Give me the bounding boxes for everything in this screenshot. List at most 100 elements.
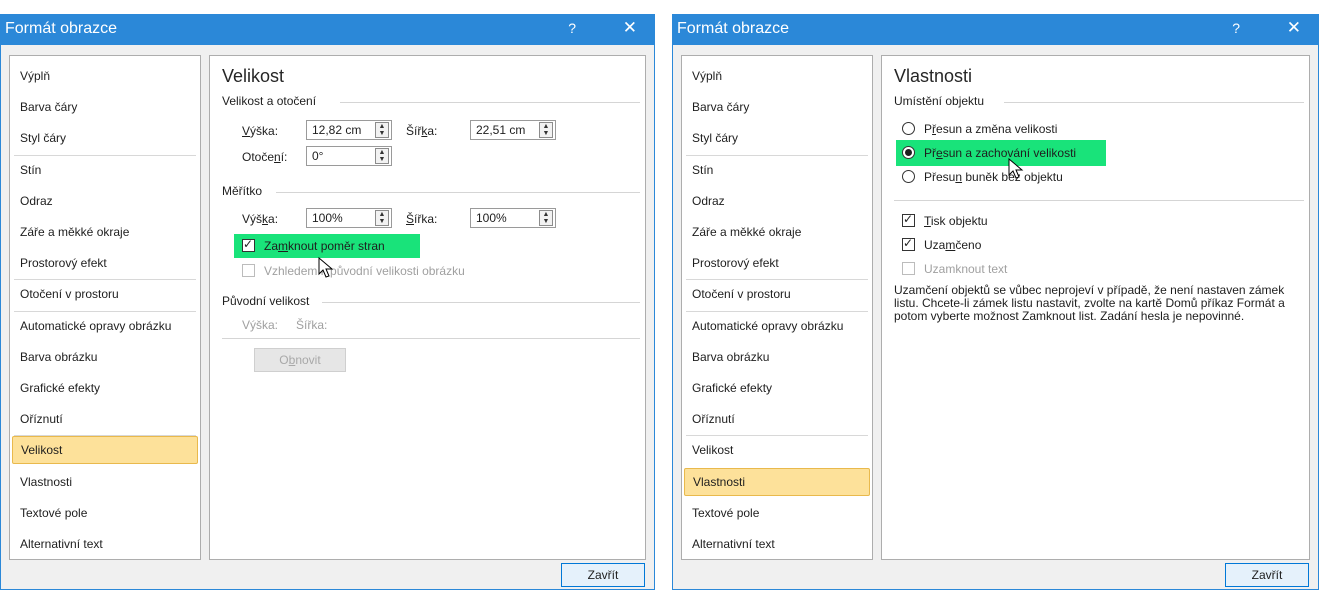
group-object-positioning: Umístění objektu [894,94,985,108]
nav-item[interactable]: Barva obrázku [684,343,870,371]
nav-item[interactable]: Oříznutí [684,405,870,433]
radio-no-move[interactable] [902,170,915,183]
reset-button[interactable]: Obnovit [254,348,346,372]
nav-item[interactable]: Stín [684,156,870,184]
spin-up-down-icon[interactable]: ▲ ▼ [539,122,553,138]
nav-item[interactable]: Barva čáry [684,93,870,121]
close-button[interactable]: Zavřít [1225,563,1309,587]
properties-panel: Vlastnosti Umístění objektu Přesun a změ… [881,55,1310,560]
dialog-title: Formát obrazce [5,20,118,37]
scale-width-spinner[interactable]: 100% ▲ ▼ [470,208,556,228]
close-icon[interactable]: ✕ [1287,18,1301,38]
panel-heading: Velikost [222,66,285,86]
nav-item[interactable]: Vlastnosti [12,468,198,496]
spin-up-down-icon[interactable]: ▲ ▼ [539,210,553,226]
dialog-title: Formát obrazce [677,20,790,37]
relative-original-label: Vzhledem k původní velikosti obrázku [264,264,465,278]
nav-item[interactable]: Výplň [684,62,870,90]
scale-height-spinner[interactable]: 100% ▲ ▼ [306,208,392,228]
scale-width-label: Šířka: [406,212,438,226]
info-text: Uzamčení objektů se vůbec neprojeví v př… [894,283,1285,323]
mouse-cursor-icon [1008,158,1024,179]
nav-item[interactable]: Velikost [684,436,870,464]
nav-item[interactable]: Záře a měkké okraje [684,218,870,246]
lock-aspect-label[interactable]: Zamknout poměr stran [264,239,385,253]
nav-item[interactable]: Otočení v prostoru [12,280,198,308]
mouse-cursor-icon [318,257,334,278]
nav-item[interactable]: Otočení v prostoru [684,280,870,308]
nav-item[interactable]: Textové pole [684,499,870,527]
relative-original-checkbox[interactable] [242,264,255,277]
divider [322,302,640,303]
nav-item[interactable]: Automatické opravy obrázku [12,312,198,340]
lock-text-checkbox[interactable] [902,262,915,275]
title-bar: Formát obrazce ? ✕ [1,15,654,45]
nav-item[interactable]: Stín [12,156,198,184]
nav-item[interactable]: Styl čáry [684,124,870,152]
original-height-label: Výška: [242,318,279,332]
scale-height-value: 100% [312,211,343,225]
size-panel: Velikost Velikost a otočení Výška: 12,82… [209,55,646,560]
divider [340,102,640,103]
width-value: 22,51 cm [476,123,526,137]
spin-up-down-icon[interactable]: ▲ ▼ [375,148,389,164]
scale-height-label: Výška: [242,212,279,226]
category-list: Výplň Barva čáry Styl čáry Stín Odraz Záře a … [9,55,201,560]
rotation-label: Otočení: [242,150,288,164]
group-size-rotation: Velikost a otočení [222,94,317,108]
format-shape-dialog-size: Formát obrazce ? ✕ Výplň Barva čáry Styl č… [0,14,655,590]
radio-move-and-size-label[interactable]: Přesun a změna velikosti [924,122,1057,136]
nav-item[interactable]: Alternativní text [684,530,870,558]
height-value: 12,82 cm [312,123,362,137]
original-width-label: Šířka: [296,318,328,332]
group-original-size: Původní velikost [222,294,310,308]
divider [276,192,640,193]
print-object-label[interactable]: Tisk objektu [924,214,988,228]
category-list: Výplň Barva čáry Styl čáry Stín Odraz Záře a … [681,55,873,560]
nav-item[interactable]: Velikost [12,436,198,465]
format-shape-dialog-properties: Formát obrazce ? ✕ Výplň Barva čáry Styl č… [672,14,1319,590]
panel-heading: Vlastnosti [894,66,973,86]
print-object-checkbox[interactable]: ✓ [902,212,915,227]
rotation-spinner[interactable]: 0° ▲ ▼ [306,146,392,166]
nav-item[interactable]: Odraz [684,187,870,215]
scale-width-value: 100% [476,211,507,225]
divider [894,200,1304,201]
help-icon[interactable]: ? [1232,20,1240,36]
locked-checkbox[interactable]: ✓ [902,236,915,251]
radio-move-and-size[interactable] [902,122,915,135]
group-scale: Měřítko [222,184,263,198]
nav-item[interactable]: Automatické opravy obrázku [684,312,870,340]
nav-item[interactable]: Grafické efekty [684,374,870,402]
nav-item[interactable]: Záře a měkké okraje [12,218,198,246]
radio-move-no-size[interactable] [902,146,915,159]
nav-item[interactable]: Prostorový efekt [12,249,198,277]
lock-aspect-checkbox[interactable]: ✓ [242,237,255,252]
locked-label[interactable]: Uzamčeno [924,238,981,252]
nav-item[interactable]: Barva čáry [12,93,198,121]
width-label: Šířka: [406,124,438,138]
nav-item[interactable]: Vlastnosti [684,467,870,496]
nav-item[interactable]: Prostorový efekt [684,249,870,277]
radio-move-no-size-label[interactable]: Přesun a zachování velikosti [924,146,1076,160]
nav-item[interactable]: Textové pole [12,499,198,527]
height-spinner[interactable]: 12,82 cm ▲ ▼ [306,120,392,140]
nav-item[interactable]: Oříznutí [12,405,198,433]
nav-item[interactable]: Barva obrázku [12,343,198,371]
divider [222,338,640,339]
close-icon[interactable]: ✕ [623,18,637,38]
height-label: Výška: [242,124,279,138]
nav-item[interactable]: Grafické efekty [12,374,198,402]
nav-item[interactable]: Styl čáry [12,124,198,152]
rotation-value: 0° [312,149,324,163]
spin-up-down-icon[interactable]: ▲ ▼ [375,210,389,226]
spin-up-down-icon[interactable]: ▲ ▼ [375,122,389,138]
help-icon[interactable]: ? [568,20,576,36]
nav-item[interactable]: Výplň [12,62,198,90]
radio-no-move-label[interactable]: Přesun buněk bez objektu [924,170,1063,184]
width-spinner[interactable]: 22,51 cm ▲ ▼ [470,120,556,140]
close-button[interactable]: Zavřít [561,563,645,587]
nav-item[interactable]: Odraz [12,187,198,215]
divider [1004,102,1304,103]
nav-item[interactable]: Alternativní text [12,530,198,558]
